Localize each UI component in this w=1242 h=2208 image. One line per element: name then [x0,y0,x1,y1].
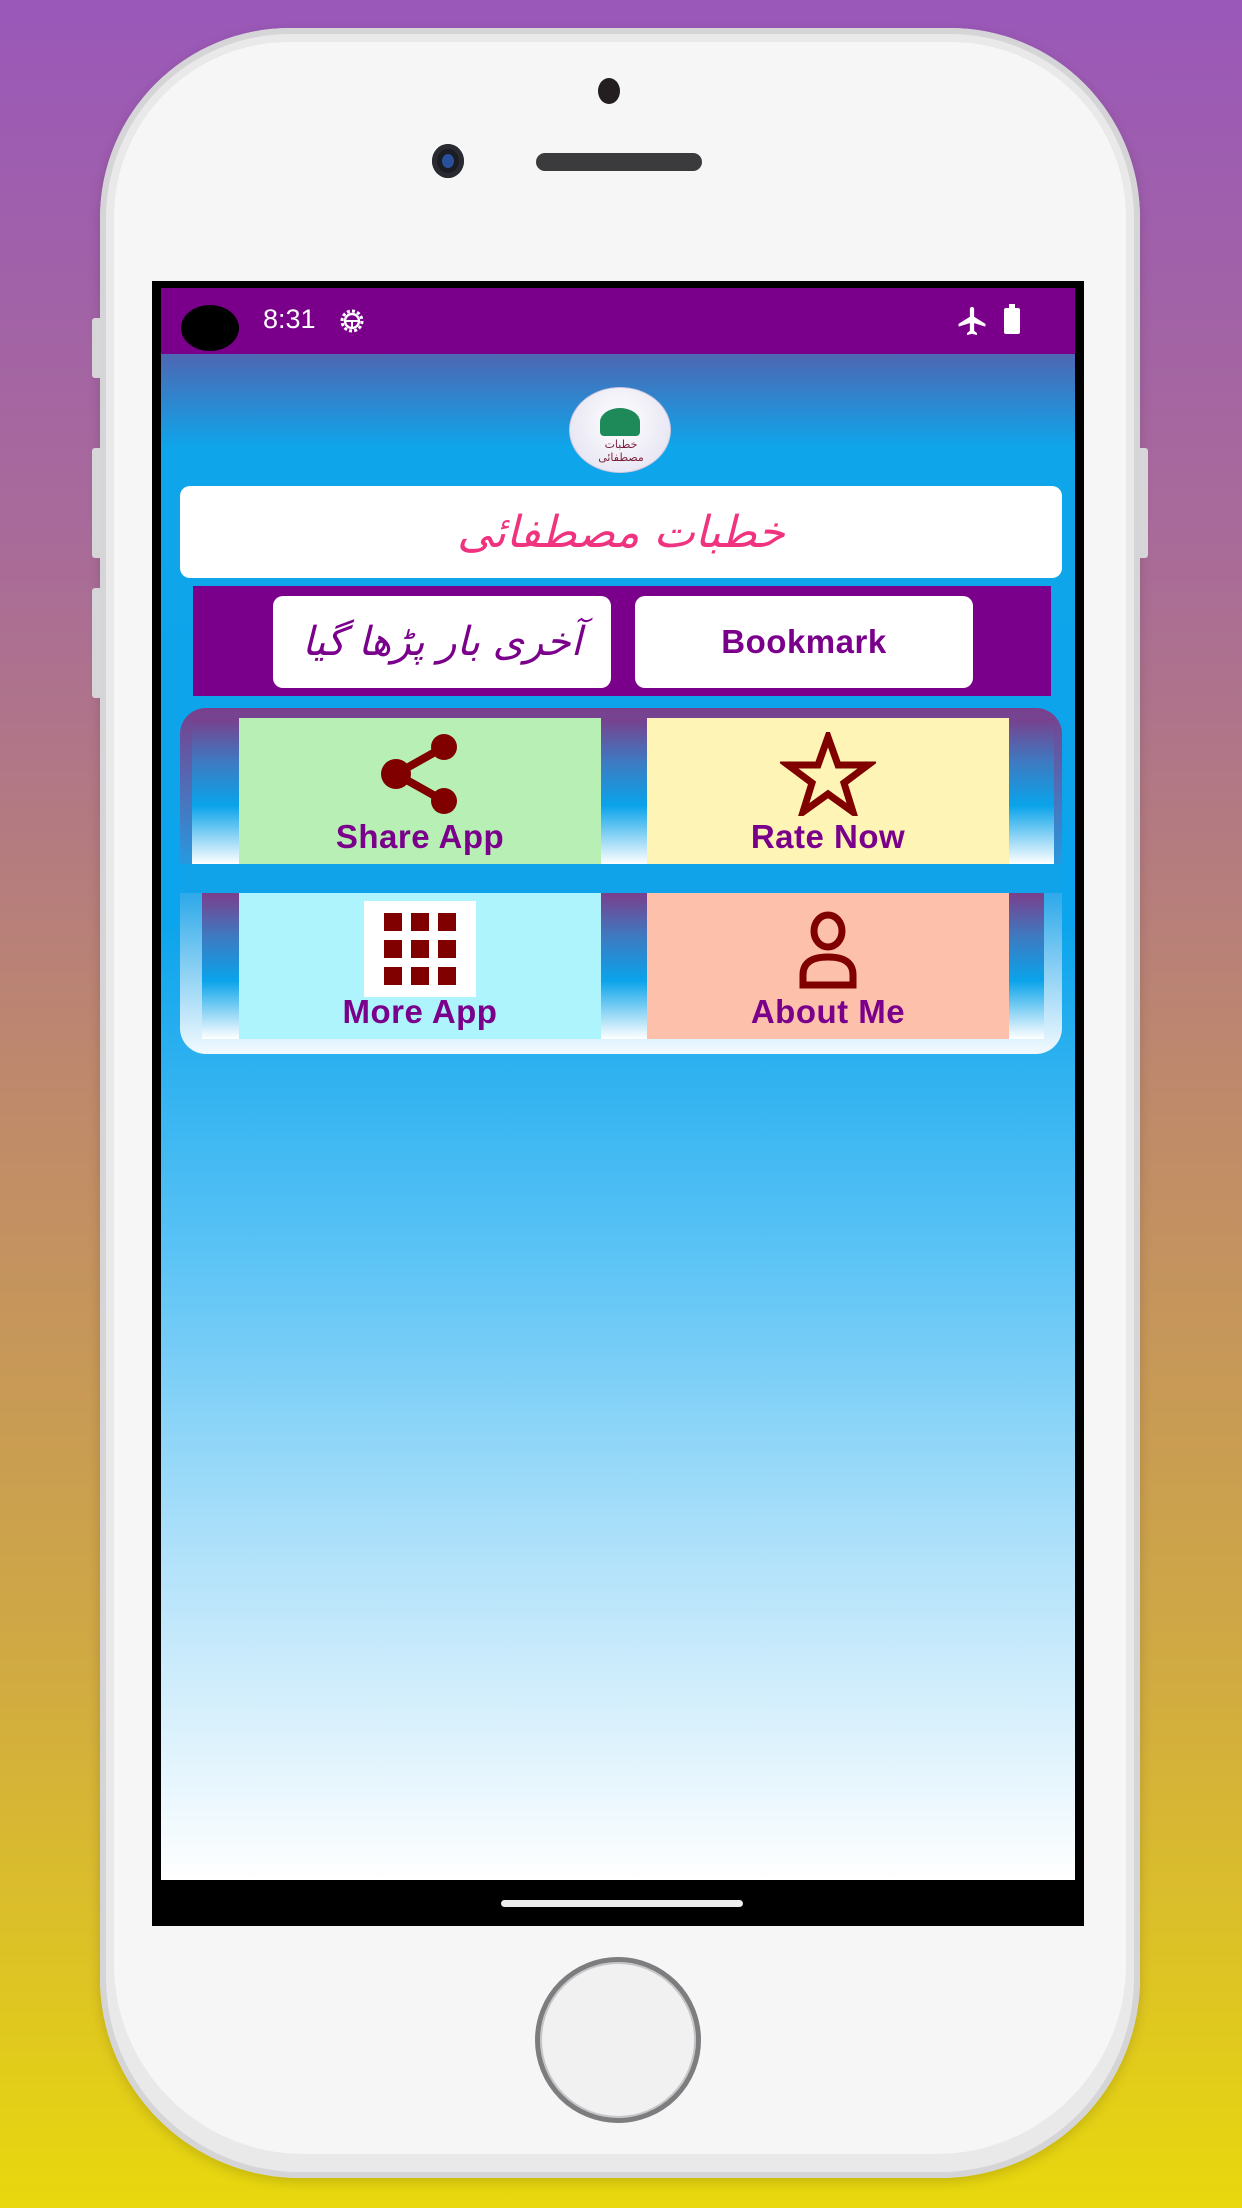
volume-up-button [92,448,100,558]
bookmark-button[interactable]: Bookmark [635,596,973,688]
battery-icon [1004,304,1020,334]
share-app-label: Share App [335,818,505,855]
logo-dome [600,408,640,436]
rate-now-tile[interactable]: Rate Now [647,718,1009,864]
action-strip: آخری بار پڑھا گیا Bookmark [193,586,1051,696]
menu-card: Share App Rate Now More App About Me [180,708,1062,1054]
navigation-bar [161,1880,1075,1926]
about-me-tile[interactable]: About Me [647,893,1009,1039]
app-title: خطبات مصطفائی [457,506,785,558]
app-screen: 8:31 خطبات مصطفائی خطبات مصطفائی آخری با… [161,288,1075,1880]
last-read-button[interactable]: آخری بار پڑھا گیا [273,596,611,688]
star-icon [780,732,876,816]
mute-switch [92,318,100,378]
apps-grid-icon [364,901,476,997]
apps-grid-glyph [384,913,456,985]
bookmark-label: Bookmark [721,623,887,660]
debug-gear-icon [340,309,364,333]
front-camera [432,144,464,178]
power-button [1140,448,1148,558]
person-icon [799,911,857,989]
last-read-label: آخری بار پڑھا گیا [302,619,582,665]
menu-row-gap [180,864,1062,893]
status-time: 8:31 [263,304,316,334]
title-banner: خطبات مصطفائی [180,486,1062,578]
more-app-tile[interactable]: More App [239,893,601,1039]
app-logo: خطبات مصطفائی [569,387,671,473]
share-icon [381,734,457,814]
status-bar: 8:31 [161,288,1075,354]
earpiece-speaker [536,153,702,171]
home-button[interactable] [535,1957,701,2123]
airplane-mode-icon [958,306,986,336]
logo-caption: خطبات مصطفائی [598,438,644,464]
share-app-tile[interactable]: Share App [239,718,601,864]
camera-cutout [181,305,239,351]
proximity-sensor [598,78,620,104]
home-gesture-handle[interactable] [501,1900,743,1907]
about-me-label: About Me [750,993,906,1030]
more-app-label: More App [342,993,498,1030]
rate-now-label: Rate Now [750,818,906,855]
volume-down-button [92,588,100,698]
